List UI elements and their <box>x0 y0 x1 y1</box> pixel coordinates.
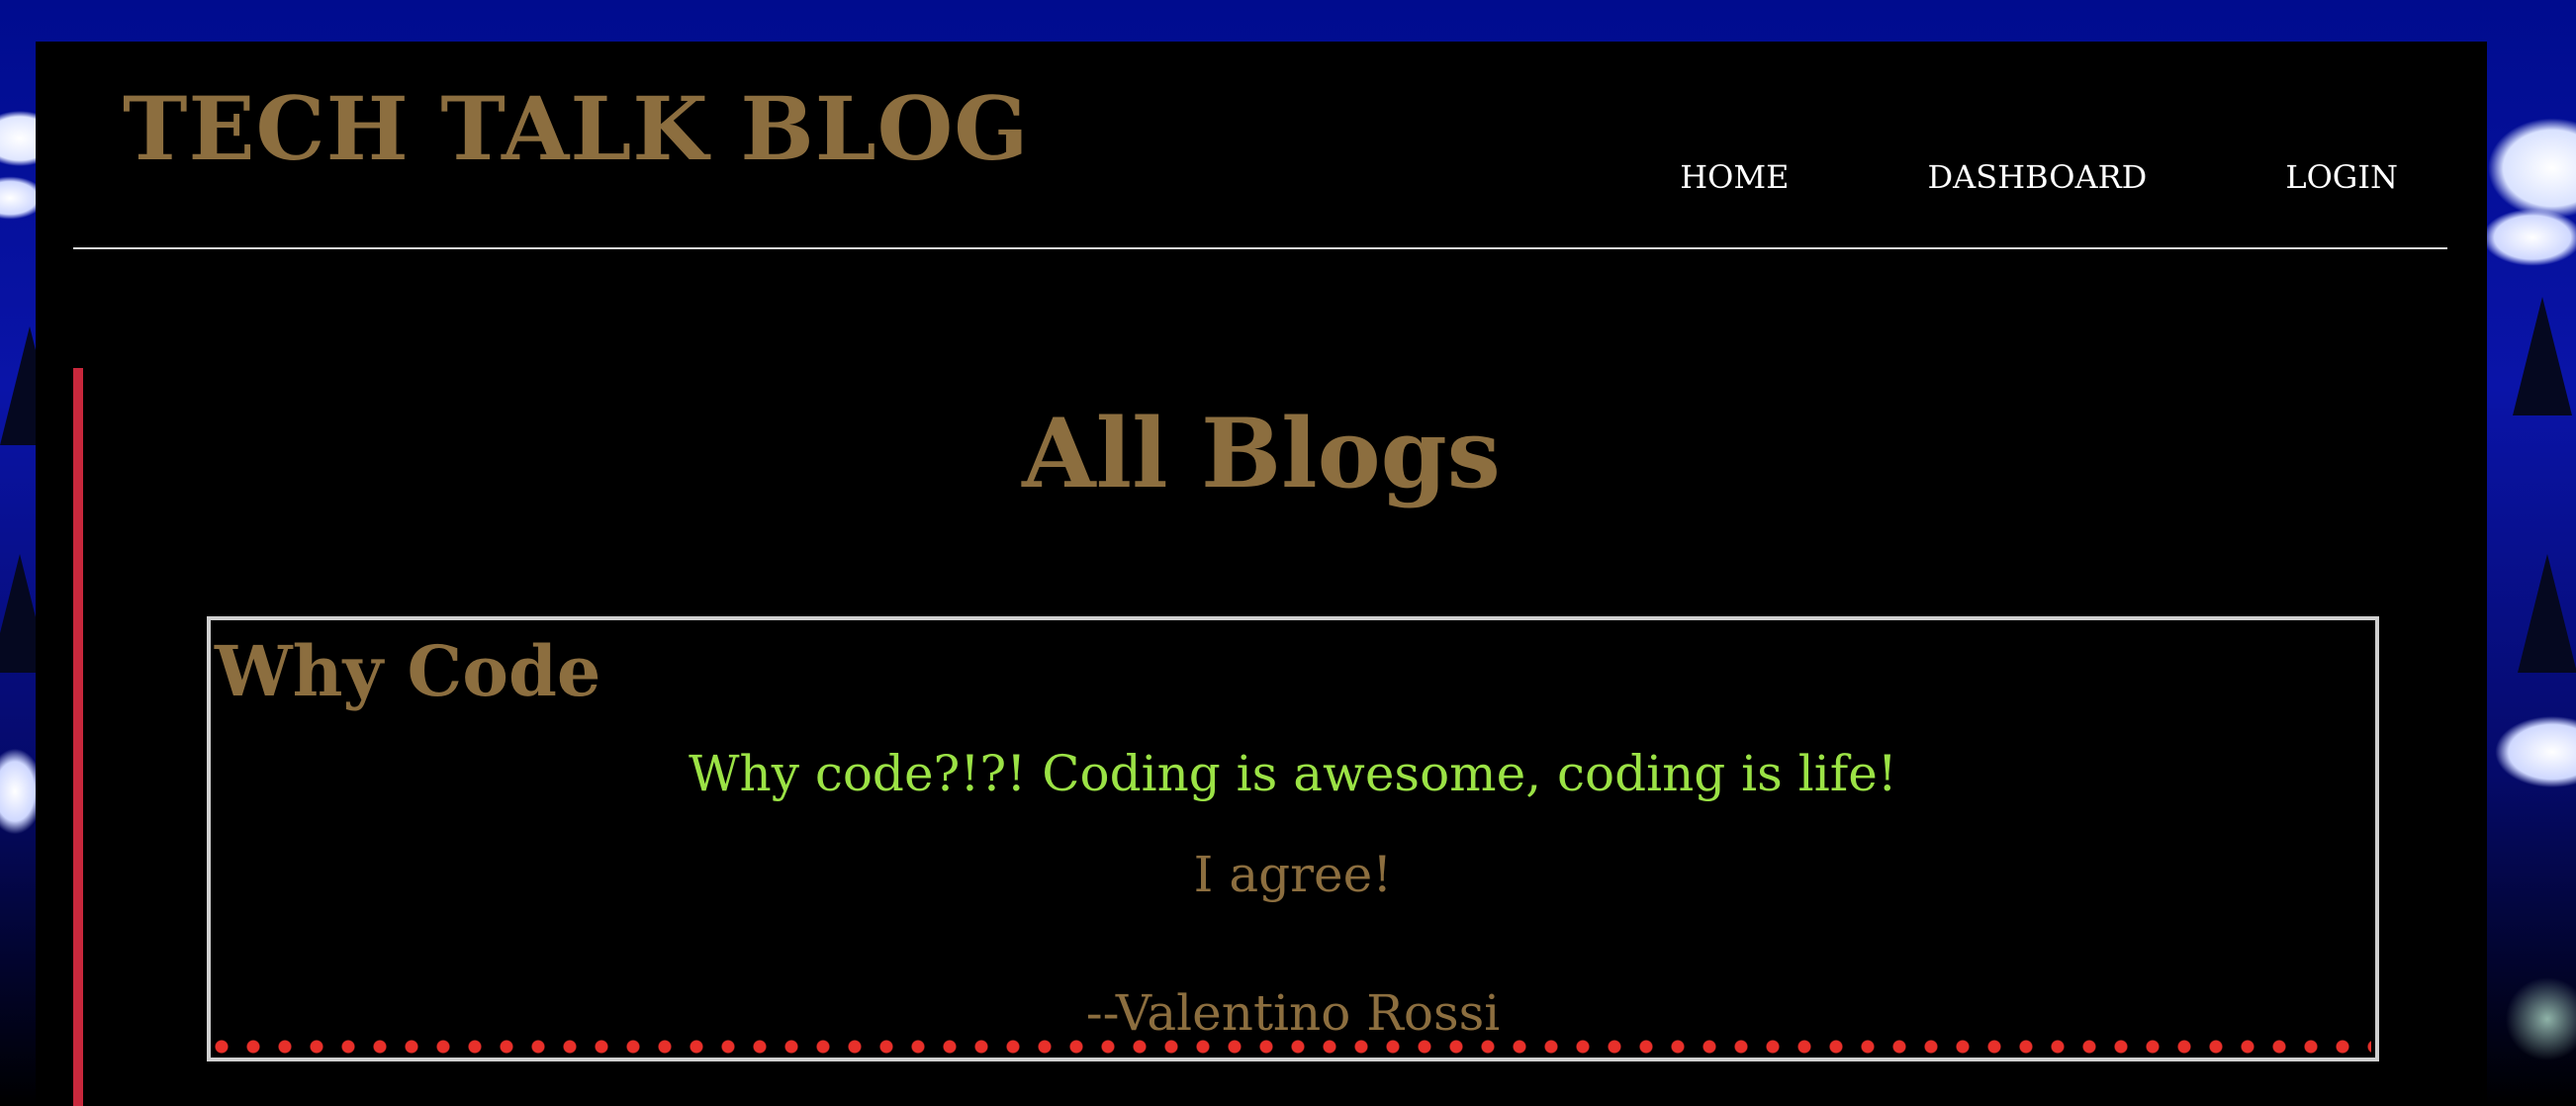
page-title: All Blogs <box>1022 398 1501 509</box>
pine-tree-right-lower <box>2518 554 2576 673</box>
page-container: TECH TALK BLOG HOME DASHBOARD LOGIN All … <box>36 42 2487 1106</box>
comment-text: I agree! <box>1193 846 1393 903</box>
nav-home-link[interactable]: HOME <box>1680 158 1789 196</box>
pine-tree-right <box>2513 297 2572 415</box>
comment-author: --Valentino Rossi <box>1085 984 1501 1042</box>
nav-dashboard-link[interactable]: DASHBOARD <box>1928 158 2148 196</box>
post-title[interactable]: Why Code <box>215 630 600 712</box>
blog-post-card[interactable]: Why Code Why code?!?! Coding is awesome,… <box>207 616 2379 1061</box>
nav-login-link[interactable]: LOGIN <box>2285 158 2398 196</box>
site-header: TECH TALK BLOG HOME DASHBOARD LOGIN <box>73 42 2447 249</box>
site-title[interactable]: TECH TALK BLOG <box>123 81 1029 177</box>
dotted-divider <box>215 1040 2371 1054</box>
post-body: Why code?!?! Coding is awesome, coding i… <box>689 745 1897 802</box>
main-nav: HOME DASHBOARD LOGIN <box>1680 158 2398 196</box>
